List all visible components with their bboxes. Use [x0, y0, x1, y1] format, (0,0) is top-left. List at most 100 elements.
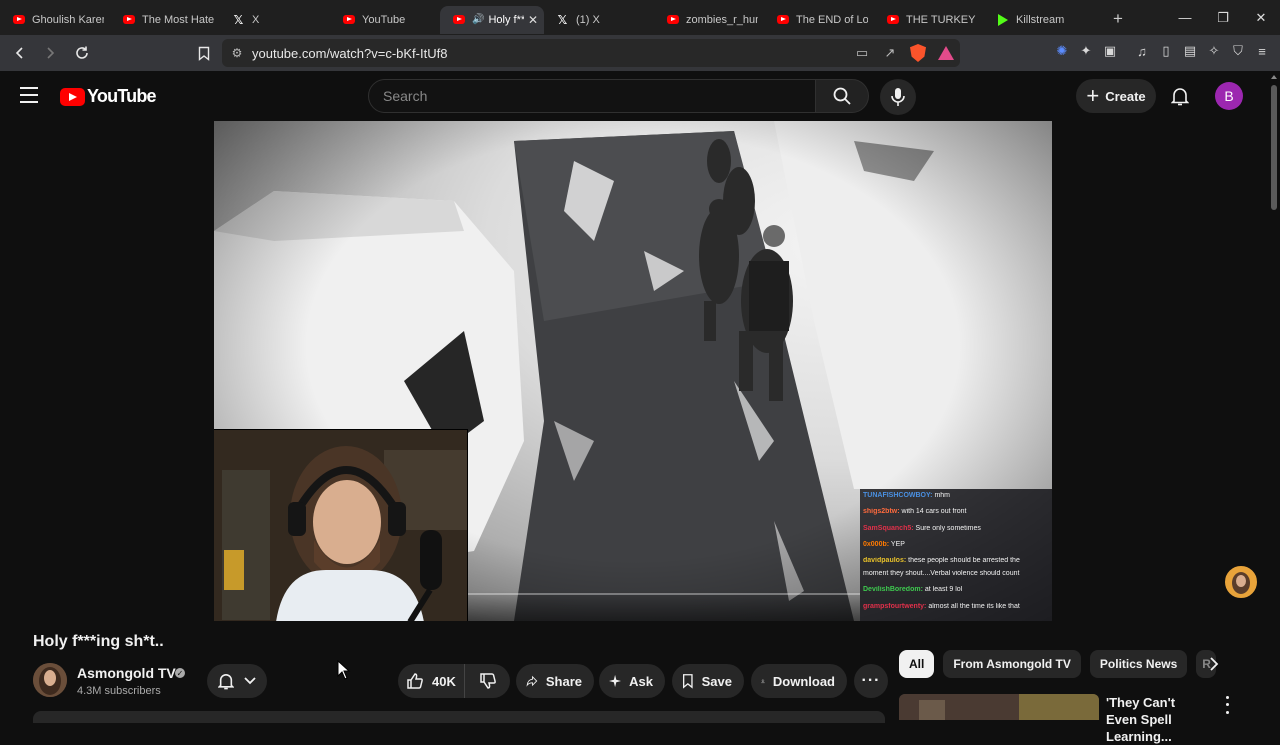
- video-player[interactable]: TUNAFISHCOWBOY: mhm shigs2btw: with 14 c…: [214, 121, 1052, 621]
- close-window-icon[interactable]: ✕: [1242, 10, 1280, 26]
- page-scrollbar[interactable]: [1268, 71, 1280, 720]
- site-info-icon[interactable]: ⚙: [222, 46, 252, 60]
- chip-from-channel[interactable]: From Asmongold TV: [943, 650, 1081, 678]
- download-icon: [761, 679, 765, 684]
- chevron-down-icon: [244, 677, 256, 685]
- sidebar-icon[interactable]: ▯: [1158, 41, 1174, 61]
- wallet-icon[interactable]: ▤: [1182, 41, 1198, 61]
- browser-tab[interactable]: zombies_r_hung: [654, 6, 764, 34]
- chat-text: Sure only sometimes: [915, 524, 981, 532]
- microphone-icon: [891, 88, 905, 106]
- menu-icon[interactable]: ≡: [1254, 41, 1270, 61]
- brave-shields-icon[interactable]: [904, 44, 932, 62]
- share-icon[interactable]: ↗: [876, 45, 904, 61]
- browser-tab[interactable]: 𝕏 (1) X: [544, 6, 654, 34]
- tab-title: Killstream: [1016, 13, 1065, 26]
- video-progress-bar[interactable]: [468, 593, 860, 595]
- tab-title: Holy f**: [488, 13, 524, 26]
- close-tab-icon[interactable]: ✕: [528, 13, 538, 27]
- speaker-icon[interactable]: 🔊: [472, 14, 484, 25]
- minimize-icon[interactable]: —: [1166, 10, 1204, 25]
- address-bar[interactable]: ⚙ youtube.com/watch?v=c-bKf-ItUf8 ▭ ↗: [222, 39, 960, 67]
- tab-title: The END of Lol: [796, 13, 868, 26]
- thumbs-down-icon: [479, 673, 496, 689]
- vpn-icon[interactable]: ⛉: [1230, 41, 1246, 61]
- youtube-favicon-icon: [776, 13, 789, 26]
- browser-tab-active[interactable]: 🔊 Holy f** ✕: [440, 5, 544, 34]
- browser-tab[interactable]: The Most Hated: [110, 6, 220, 34]
- browser-tab[interactable]: Ghoulish Karen: [0, 6, 110, 34]
- browser-tab[interactable]: 𝕏X: [220, 6, 330, 34]
- media-icon[interactable]: ♫: [1134, 41, 1150, 61]
- extensions-puzzle-icon[interactable]: ✦: [1078, 41, 1094, 61]
- save-label: Save: [701, 673, 732, 689]
- more-actions-button[interactable]: ···: [854, 664, 888, 698]
- chat-text: YEP: [890, 540, 905, 548]
- subscriber-count: 4.3M subscribers: [77, 685, 161, 697]
- chips-next-button[interactable]: [1204, 650, 1224, 678]
- restore-icon[interactable]: ❐: [1204, 10, 1242, 26]
- browser-tab[interactable]: THE TURKEY TC: [874, 6, 984, 34]
- youtube-logo[interactable]: YouTube: [60, 86, 157, 107]
- bookmark-icon[interactable]: [192, 41, 216, 65]
- browser-tab-strip: Ghoulish Karen The Most Hated 𝕏X YouTube…: [0, 0, 1280, 35]
- description-box[interactable]: [33, 711, 885, 723]
- create-button[interactable]: + Create: [1076, 79, 1156, 113]
- youtube-favicon-icon: [666, 13, 679, 26]
- recommended-video-thumbnail[interactable]: [899, 694, 1099, 720]
- streamer-facecam-image: [214, 430, 467, 621]
- chat-username: DevilishBoredom:: [863, 586, 923, 594]
- voice-search-button[interactable]: [880, 79, 916, 115]
- bell-icon: [218, 674, 234, 690]
- channel-name[interactable]: Asmongold TV: [77, 665, 176, 681]
- forward-icon[interactable]: [38, 41, 62, 65]
- youtube-favicon-icon: [342, 13, 355, 26]
- new-tab-button[interactable]: +: [1104, 9, 1132, 29]
- recommended-video-menu-icon[interactable]: [1218, 694, 1236, 716]
- x-favicon-icon: 𝕏: [557, 12, 568, 27]
- scrollbar-thumb[interactable]: [1271, 85, 1277, 210]
- cast-icon[interactable]: ▭: [848, 45, 876, 61]
- browser-tab[interactable]: Killstream: [984, 6, 1094, 34]
- channel-avatar[interactable]: [33, 663, 67, 697]
- browser-tab[interactable]: The END of Lol: [764, 6, 874, 34]
- tab-title: X: [252, 13, 260, 26]
- brave-rewards-icon[interactable]: [932, 46, 960, 60]
- browser-tab[interactable]: YouTube: [330, 6, 440, 34]
- tab-title: zombies_r_hung: [686, 13, 758, 26]
- extension-icon[interactable]: ✺: [1054, 41, 1070, 61]
- save-button[interactable]: Save: [672, 664, 744, 698]
- chat-text: mhm: [934, 492, 950, 499]
- back-icon[interactable]: [8, 41, 32, 65]
- reload-icon[interactable]: [70, 41, 94, 65]
- ask-button[interactable]: Ask: [599, 664, 665, 698]
- dislike-button[interactable]: [465, 664, 510, 698]
- chat-message: TUNAFISHCOWBOY: mhm: [863, 492, 1048, 500]
- floating-channel-avatar[interactable]: [1225, 566, 1257, 598]
- search-button[interactable]: [815, 79, 869, 113]
- url-text[interactable]: youtube.com/watch?v=c-bKf-ItUf8: [252, 46, 848, 61]
- chevron-right-icon: [1210, 657, 1219, 671]
- hamburger-menu-icon[interactable]: [20, 87, 38, 103]
- account-avatar[interactable]: B: [1215, 82, 1243, 110]
- chat-message: SamSquanch5: Sure only sometimes: [863, 525, 1048, 533]
- verified-badge-icon: ✓: [175, 668, 185, 678]
- share-button[interactable]: Share: [516, 664, 594, 698]
- like-count: 40K: [432, 673, 456, 689]
- search-input[interactable]: Search: [368, 79, 816, 113]
- chat-text: almost all the time its like that: [928, 602, 1020, 610]
- extensions-row: ✺ ✦ ▣ ♫ ▯ ▤ ✧ ⛉ ≡: [1054, 41, 1270, 61]
- leo-ai-icon[interactable]: ✧: [1206, 41, 1222, 61]
- like-button[interactable]: 40K: [398, 664, 465, 698]
- screenshot-icon[interactable]: ▣: [1102, 41, 1118, 61]
- subscribed-button[interactable]: [207, 664, 267, 698]
- tab-title: The Most Hated: [142, 13, 214, 26]
- notifications-button[interactable]: [1166, 82, 1194, 110]
- chip-all[interactable]: All: [899, 650, 935, 678]
- download-button[interactable]: Download: [751, 664, 847, 698]
- scroll-up-icon[interactable]: [1271, 75, 1277, 79]
- chip-politics-news[interactable]: Politics News: [1089, 650, 1188, 678]
- youtube-favicon-icon: [452, 13, 465, 26]
- chat-message: davidpaulos: these people should be arre…: [863, 557, 1048, 565]
- youtube-masthead: YouTube Search + Create B: [0, 71, 1268, 121]
